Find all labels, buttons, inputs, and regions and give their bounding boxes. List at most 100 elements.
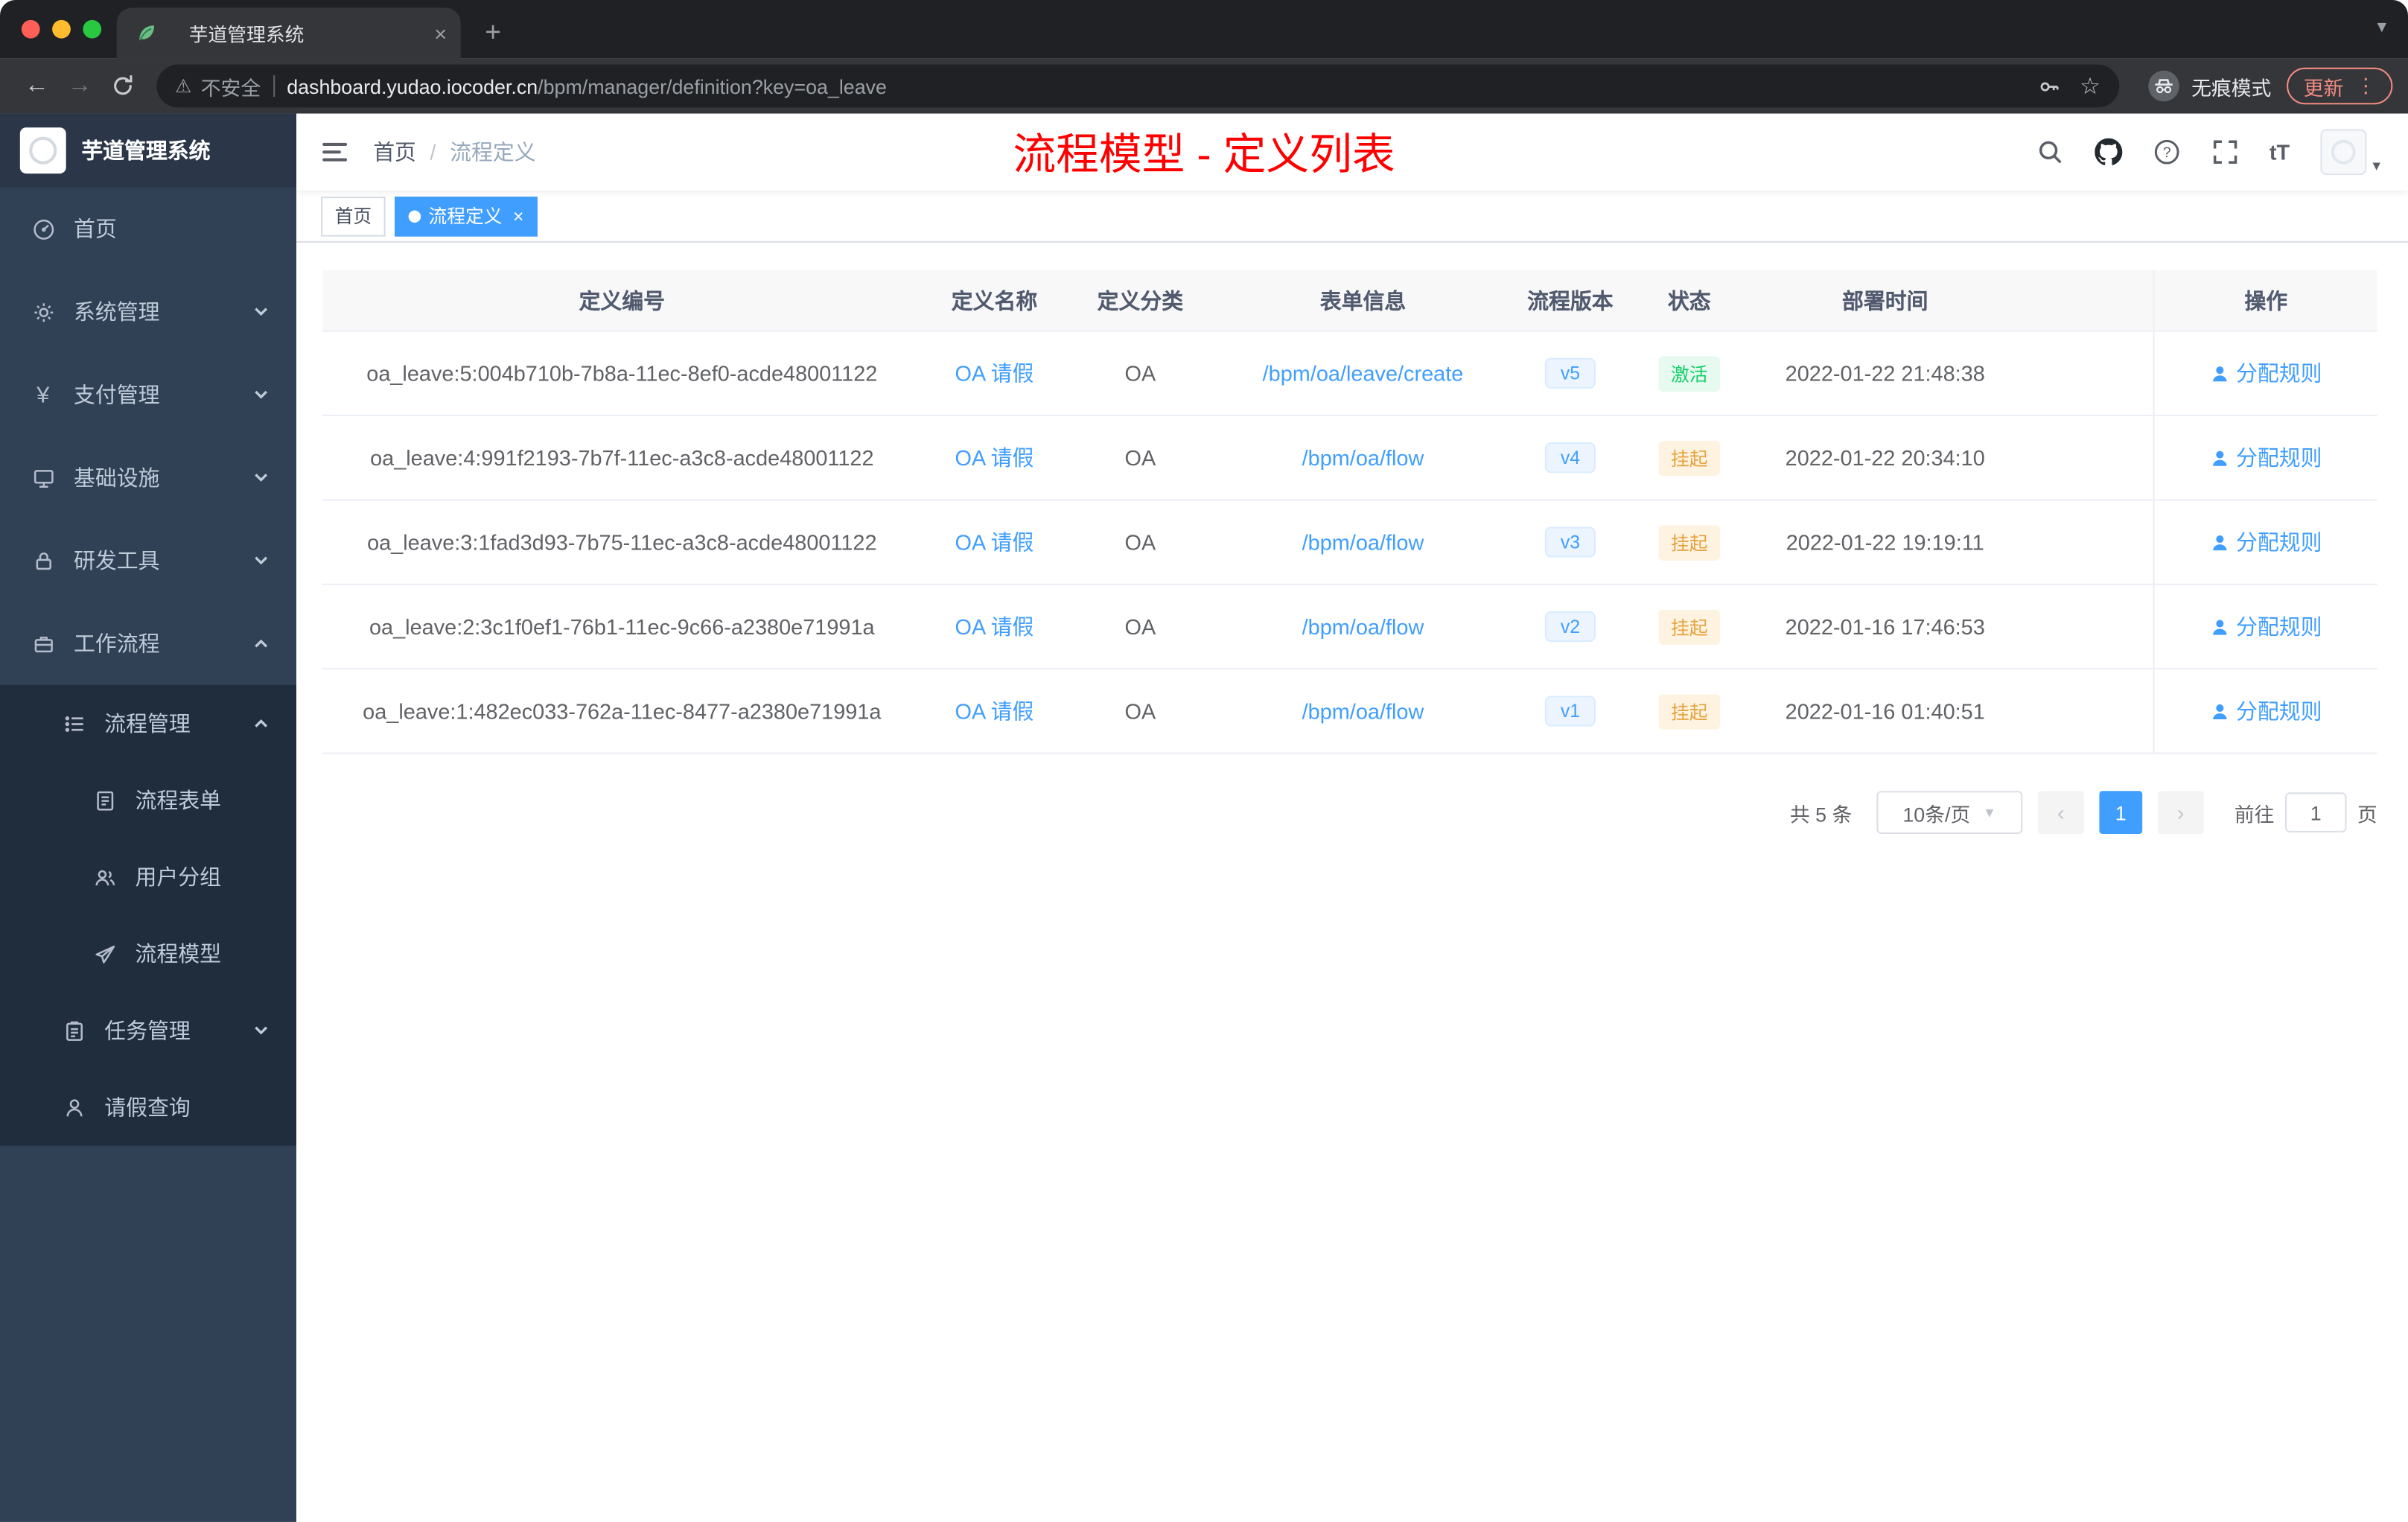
sidebar-item-process-management[interactable]: 流程管理 xyxy=(0,685,296,762)
definition-name-link[interactable]: OA 请假 xyxy=(955,445,1033,470)
app-title: 芋道管理系统 xyxy=(81,138,211,163)
form-info-link[interactable]: /bpm/oa/flow xyxy=(1302,698,1424,723)
new-tab-button[interactable]: + xyxy=(473,13,513,53)
definition-name-link[interactable]: OA 请假 xyxy=(955,614,1033,639)
sidebar-item-label: 流程管理 xyxy=(104,710,191,736)
warning-icon: ⚠ xyxy=(175,75,192,97)
tag-process-definition[interactable]: 流程定义 × xyxy=(395,195,538,236)
help-icon[interactable]: ? xyxy=(2153,138,2180,166)
sidebar-item-label: 流程表单 xyxy=(135,788,222,813)
user-filled-icon xyxy=(2210,701,2230,722)
version-badge: v4 xyxy=(1545,442,1596,474)
sidebar-logo-row[interactable]: 芋道管理系统 xyxy=(0,113,297,188)
github-icon[interactable] xyxy=(2094,138,2122,166)
assign-rule-link[interactable]: 分配规则 xyxy=(2210,442,2322,473)
tab-search-caret-icon[interactable]: ▾ xyxy=(2377,16,2386,37)
col-definition-category: 定义分类 xyxy=(1097,287,1184,313)
form-info-link[interactable]: /bpm/oa/flow xyxy=(1302,530,1424,555)
definition-table: 定义编号 定义名称 定义分类 表单信息 流程版本 状态 部署时间 操作 oa_l… xyxy=(322,270,2377,754)
col-deploy-time: 部署时间 xyxy=(1841,287,1928,313)
font-size-icon[interactable]: tT xyxy=(2270,140,2290,165)
users-icon xyxy=(92,865,117,888)
forward-button[interactable]: → xyxy=(58,65,101,108)
browser-tab[interactable]: 芋道管理系统 × xyxy=(116,7,461,59)
reload-button[interactable] xyxy=(101,65,144,108)
svg-text:?: ? xyxy=(2162,144,2170,161)
back-button[interactable]: ← xyxy=(16,65,59,108)
navbar-actions: ? tT ▾ xyxy=(2036,129,2408,176)
sidebar-item-user-group[interactable]: 用户分组 xyxy=(0,838,296,915)
chevron-up-icon xyxy=(253,636,269,652)
user-filled-icon xyxy=(2210,448,2230,468)
browser-menu-icon[interactable]: ⋮ xyxy=(2356,74,2376,98)
goto-page-input[interactable] xyxy=(2284,792,2347,832)
status-badge: 挂起 xyxy=(1658,608,1720,645)
form-info-link[interactable]: /bpm/oa/flow xyxy=(1302,614,1424,639)
table-row: oa_leave:2:3c1f0ef1-76b1-11ec-9c66-a2380… xyxy=(322,585,2377,670)
sidebar-item-infrastructure[interactable]: 基础设施 xyxy=(0,436,296,519)
hamburger-icon[interactable] xyxy=(296,137,373,168)
assign-rule-link[interactable]: 分配规则 xyxy=(2210,611,2322,642)
list-icon xyxy=(62,712,86,735)
sidebar-item-task-management[interactable]: 任务管理 xyxy=(0,992,296,1069)
zoom-window-button[interactable] xyxy=(83,19,102,39)
version-badge: v1 xyxy=(1545,695,1596,727)
page-1-button[interactable]: 1 xyxy=(2099,791,2143,834)
url-divider xyxy=(273,75,275,97)
definition-name-link[interactable]: OA 请假 xyxy=(955,530,1033,555)
form-info-link[interactable]: /bpm/oa/flow xyxy=(1302,445,1424,470)
sidebar: 芋道管理系统 首页 系统管理 ¥ 支付管理 基础设施 研发工具 工作流程 流程管… xyxy=(0,113,297,1522)
sidebar-item-workflow[interactable]: 工作流程 xyxy=(0,602,296,685)
col-definition-id: 定义编号 xyxy=(579,287,666,313)
pagination: 共 5 条 10条/页 ▼ ‹ 1 › 前往 页 xyxy=(322,791,2377,834)
assign-rule-link[interactable]: 分配规则 xyxy=(2210,695,2322,726)
sidebar-item-label: 工作流程 xyxy=(74,631,160,656)
key-icon[interactable] xyxy=(2030,74,2071,98)
col-process-version: 流程版本 xyxy=(1527,287,1614,313)
tag-home[interactable]: 首页 xyxy=(321,195,386,236)
tab-title: 芋道管理系统 xyxy=(188,25,305,46)
goto-label: 前往 xyxy=(2234,802,2275,826)
chevron-down-icon xyxy=(253,553,269,569)
page-size-select[interactable]: 10条/页 ▼ xyxy=(1876,791,2023,834)
sidebar-item-process-model[interactable]: 流程模型 xyxy=(0,915,296,992)
security-label[interactable]: 不安全 xyxy=(201,71,261,101)
minimize-window-button[interactable] xyxy=(52,19,71,39)
deploy-time: 2022-01-16 17:46:53 xyxy=(1785,614,1985,639)
sidebar-item-payment[interactable]: ¥ 支付管理 xyxy=(0,353,296,436)
caret-down-icon: ▾ xyxy=(2372,158,2380,176)
top-navbar: 首页 / 流程定义 ? tT ▾ xyxy=(296,113,2408,191)
next-page-button[interactable]: › xyxy=(2157,791,2204,834)
sidebar-item-process-form[interactable]: 流程表单 xyxy=(0,762,296,838)
sidebar-item-devtools[interactable]: 研发工具 xyxy=(0,519,296,602)
bookmark-star-icon[interactable]: ☆ xyxy=(2070,72,2110,100)
sidebar-item-label: 任务管理 xyxy=(104,1018,191,1043)
close-window-button[interactable] xyxy=(21,19,40,39)
active-dot xyxy=(408,209,421,223)
definition-name-link[interactable]: OA 请假 xyxy=(955,698,1033,723)
sidebar-item-system[interactable]: 系统管理 xyxy=(0,270,296,353)
gear-icon xyxy=(31,300,55,323)
search-icon[interactable] xyxy=(2036,138,2063,166)
tab-close-icon[interactable]: × xyxy=(434,21,447,45)
tag-close-icon[interactable]: × xyxy=(513,205,523,226)
assign-rule-link[interactable]: 分配规则 xyxy=(2210,526,2322,557)
user-avatar-menu[interactable]: ▾ xyxy=(2320,129,2380,176)
fullscreen-icon[interactable] xyxy=(2211,138,2238,166)
col-definition-name: 定义名称 xyxy=(951,287,1038,313)
browser-tab-strip: 芋道管理系统 × + ▾ xyxy=(0,0,2408,59)
assign-rule-link[interactable]: 分配规则 xyxy=(2210,358,2322,389)
chrome-update-button[interactable]: 更新 ⋮ xyxy=(2287,67,2393,105)
sidebar-item-leave-query[interactable]: 请假查询 xyxy=(0,1069,296,1146)
definition-id: oa_leave:5:004b710b-7b8a-11ec-8ef0-acde4… xyxy=(366,360,878,386)
form-info-link[interactable]: /bpm/oa/leave/create xyxy=(1263,361,1464,386)
breadcrumb-home[interactable]: 首页 xyxy=(373,137,416,168)
definition-category: OA xyxy=(1124,614,1156,639)
definition-name-link[interactable]: OA 请假 xyxy=(955,361,1033,386)
prev-page-button[interactable]: ‹ xyxy=(2037,791,2084,834)
update-label: 更新 xyxy=(2303,76,2344,100)
sidebar-item-home[interactable]: 首页 xyxy=(0,188,296,270)
user-filled-icon xyxy=(2210,532,2230,553)
address-bar[interactable]: ⚠ 不安全 dashboard.yudao.iocoder.cn/bpm/man… xyxy=(156,64,2120,108)
version-badge: v3 xyxy=(1545,526,1596,558)
